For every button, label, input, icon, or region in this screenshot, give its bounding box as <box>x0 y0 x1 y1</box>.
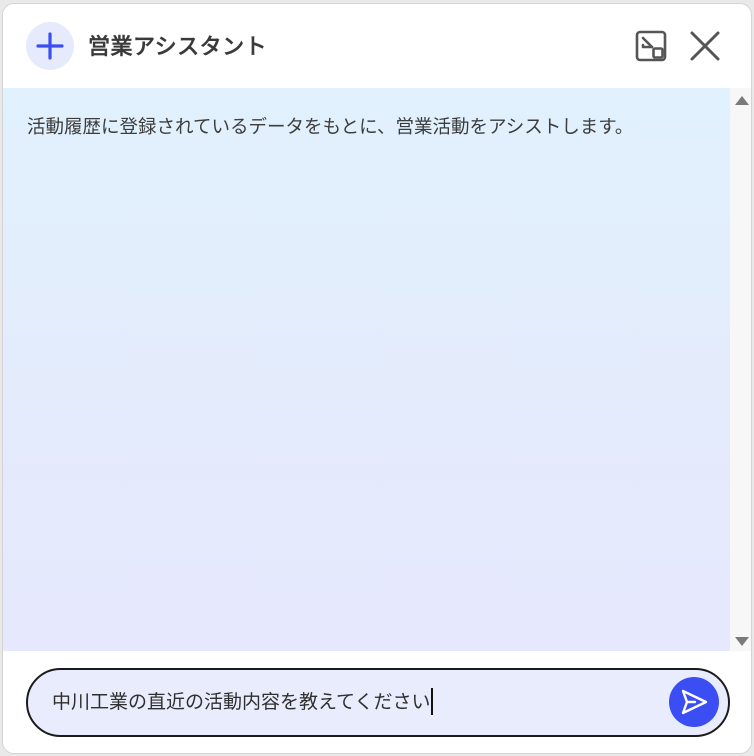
scroll-down-icon[interactable] <box>735 637 749 646</box>
panel-header: 営業アシスタント <box>3 4 751 88</box>
chat-scrollbar[interactable] <box>730 88 751 651</box>
chat-history[interactable]: 活動履歴に登録されているデータをもとに、営業活動をアシストします。 <box>3 88 730 651</box>
composer-bar: 中川工業の直近の活動内容を教えてください <box>3 651 751 753</box>
new-chat-button[interactable] <box>26 22 74 70</box>
minimize-window-icon <box>635 30 667 62</box>
panel-title: 営業アシスタント <box>88 35 268 60</box>
close-icon <box>690 31 720 61</box>
minimize-button[interactable] <box>633 28 669 64</box>
send-icon <box>681 689 708 715</box>
send-button[interactable] <box>669 677 719 727</box>
message-input-text[interactable]: 中川工業の直近の活動内容を教えてください <box>52 687 434 716</box>
scroll-up-icon[interactable] <box>735 96 749 105</box>
assistant-message: 活動履歴に登録されているデータをもとに、営業活動をアシストします。 <box>27 117 634 138</box>
message-input-value: 中川工業の直近の活動内容を教えてください <box>52 691 431 713</box>
assistant-panel: 営業アシスタント 活動履歴に登録されているデータをもとに、営業活動をアシストしま… <box>2 3 752 754</box>
message-input[interactable]: 中川工業の直近の活動内容を教えてください <box>26 668 730 737</box>
plus-icon <box>36 32 64 60</box>
close-button[interactable] <box>687 28 723 64</box>
text-caret <box>431 687 434 715</box>
